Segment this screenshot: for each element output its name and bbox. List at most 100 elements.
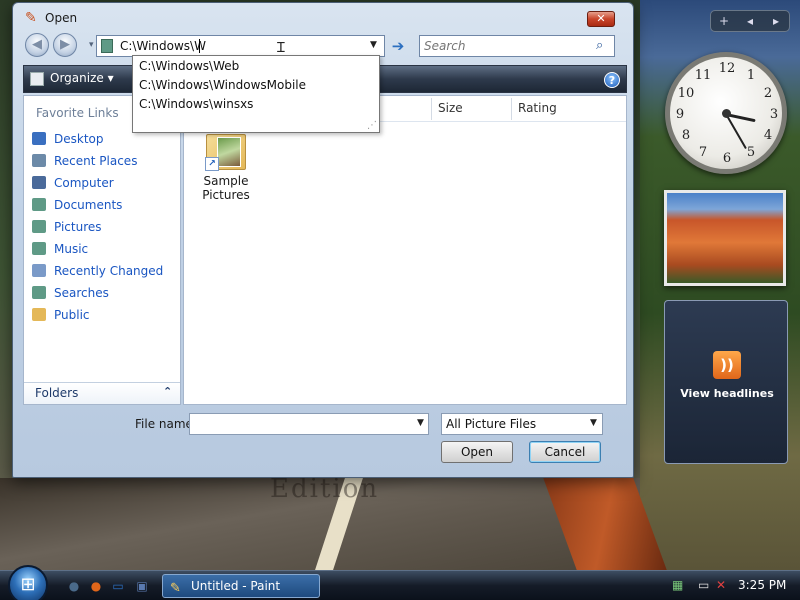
address-bar[interactable]: C:\Windows\W Ɪ ▼	[96, 35, 385, 57]
open-dialog: ✎ Open ✕ ◀ ▶ ▾ C:\Windows\W Ɪ ▼ ➔ ⌕ Orga…	[12, 2, 634, 478]
computer-icon	[32, 176, 46, 189]
autocomplete-item[interactable]: C:\Windows\winsxs	[139, 97, 253, 111]
recently-changed-icon	[32, 264, 46, 277]
sidebar-item[interactable]: Recently Changed	[30, 262, 180, 284]
file-name-dropdown-button[interactable]: ▼	[417, 418, 424, 428]
feed-headlines-gadget[interactable]: )) View headlines	[664, 300, 788, 464]
network-icon[interactable]: ▦	[672, 578, 683, 592]
sidebar-item[interactable]: Searches	[30, 284, 180, 306]
recent-places-icon	[32, 154, 46, 167]
recent-pages-dropdown[interactable]: ▾	[89, 40, 94, 50]
resize-grip-icon[interactable]: ⋰	[367, 120, 377, 131]
paint-icon: ✎	[170, 581, 181, 596]
sidebar-item-label: Documents	[54, 198, 123, 212]
clock-time[interactable]: 3:25 PM	[738, 578, 786, 592]
sidebar-item-label: Recent Places	[54, 154, 138, 168]
wallpaper-watermark: Edition	[270, 474, 380, 504]
help-button[interactable]: ?	[604, 72, 620, 88]
desktop-icon	[32, 132, 46, 145]
autocomplete-item[interactable]: C:\Windows\WindowsMobile	[139, 78, 306, 92]
close-button[interactable]: ✕	[587, 11, 615, 27]
clock-gadget[interactable]: 12 1 2 3 4 5 6 7 8 9 10 11	[665, 52, 787, 174]
clock-number: 2	[763, 86, 773, 101]
title-bar[interactable]: ✎ Open ✕	[13, 3, 633, 31]
search-icon[interactable]: ⌕	[596, 38, 603, 53]
address-input[interactable]: C:\Windows\W	[120, 39, 206, 53]
folders-toggle[interactable]: Folders ⌃	[24, 382, 180, 404]
shortcut-arrow-icon: ↗	[205, 157, 219, 171]
organize-button[interactable]: Organize ▾	[30, 71, 114, 86]
text-caret	[199, 39, 200, 53]
file-name-label: File name:	[135, 417, 197, 431]
volume-mute-icon[interactable]: ✕	[716, 578, 726, 592]
public-folder-icon	[32, 308, 46, 321]
clock-number: 3	[769, 107, 779, 122]
file-type-select[interactable]: All Picture Files ▼	[441, 413, 603, 435]
rss-icon: ))	[713, 351, 741, 379]
organize-icon	[30, 71, 44, 86]
sidebar-item[interactable]: Music	[30, 240, 180, 262]
view-headlines-link[interactable]: View headlines	[665, 387, 789, 400]
sidebar-controls: + ◂ ▸	[710, 10, 790, 32]
autocomplete-item[interactable]: C:\Windows\Web	[139, 59, 239, 73]
file-type-dropdown-button[interactable]: ▼	[590, 418, 597, 428]
file-list-pane: ngs Size Rating ↗ Sample Pictures	[183, 95, 627, 405]
show-desktop-icon[interactable]: ●	[66, 578, 82, 594]
chevron-up-icon: ⌃	[163, 385, 173, 398]
open-button[interactable]: Open	[441, 441, 513, 463]
photo-thumbnail	[217, 137, 241, 167]
system-tray: ▦ ▭ ✕ 3:25 PM	[668, 576, 796, 596]
sidebar-item[interactable]: Pictures	[30, 218, 180, 240]
desktop-shortcut-icon[interactable]: ▭	[110, 578, 126, 594]
clock-number: 8	[681, 128, 691, 143]
clock-number: 7	[698, 145, 708, 160]
forward-button[interactable]: ▶	[53, 33, 77, 57]
add-gadget-button[interactable]: +	[711, 14, 737, 28]
previous-gadget-button[interactable]: ◂	[737, 14, 763, 28]
search-input[interactable]	[420, 36, 590, 56]
favorite-links-list: Desktop Recent Places Computer Documents Pic…	[30, 130, 180, 328]
searches-icon	[32, 286, 46, 299]
firefox-icon[interactable]: ●	[88, 578, 104, 594]
file-name-input[interactable]	[190, 414, 410, 434]
folder-location-icon	[101, 39, 113, 53]
search-box[interactable]: ⌕	[419, 35, 615, 57]
folders-label: Folders	[35, 386, 79, 400]
sidebar-item[interactable]: Recent Places	[30, 152, 180, 174]
next-gadget-button[interactable]: ▸	[763, 14, 789, 28]
file-item[interactable]: ↗ Sample Pictures	[198, 134, 254, 202]
clock-number: 11	[694, 68, 712, 83]
slideshow-gadget[interactable]	[664, 190, 786, 286]
sidebar-item[interactable]: Public	[30, 306, 180, 328]
sidebar-item-label: Music	[54, 242, 89, 256]
paint-icon: ✎	[25, 10, 37, 26]
music-icon	[32, 242, 46, 255]
back-button[interactable]: ◀	[25, 33, 49, 57]
taskbar-item-paint[interactable]: ✎ Untitled - Paint	[162, 574, 320, 598]
favorite-links-heading: Favorite Links	[36, 106, 119, 120]
clock-number: 12	[718, 61, 736, 76]
clock-number: 6	[722, 151, 732, 166]
cancel-button[interactable]: Cancel	[529, 441, 601, 463]
sidebar-item-label: Computer	[54, 176, 114, 190]
sidebar-item[interactable]: Desktop	[30, 130, 180, 152]
chevron-down-icon: ▾	[107, 71, 114, 85]
sidebar-item-label: Public	[54, 308, 90, 322]
sidebar-item[interactable]: Documents	[30, 196, 180, 218]
file-name-field[interactable]: ▼	[189, 413, 429, 435]
sidebar-item[interactable]: Computer	[30, 174, 180, 196]
monitor-alert-icon[interactable]: ▭	[698, 578, 709, 592]
clock-number: 1	[746, 68, 756, 83]
column-header-rating[interactable]: Rating	[512, 98, 626, 120]
dialog-title: Open	[45, 11, 78, 25]
column-header-size[interactable]: Size	[432, 98, 512, 120]
taskbar: ⊞ ● ● ▭ ▣ ✎ Untitled - Paint ▦ ▭ ✕ 3:25 PM	[0, 565, 800, 600]
file-item-label: Sample Pictures	[202, 174, 250, 202]
sidebar-item-label: Pictures	[54, 220, 102, 234]
go-button[interactable]: ➔	[389, 37, 407, 55]
address-dropdown-button[interactable]: ▼	[370, 40, 377, 50]
switch-windows-icon[interactable]: ▣	[134, 578, 150, 594]
address-autocomplete: C:\Windows\Web C:\Windows\WindowsMobile …	[132, 55, 380, 133]
start-button[interactable]: ⊞	[8, 565, 48, 600]
navigation-pane: Favorite Links Desktop Recent Places Compu…	[23, 95, 181, 405]
